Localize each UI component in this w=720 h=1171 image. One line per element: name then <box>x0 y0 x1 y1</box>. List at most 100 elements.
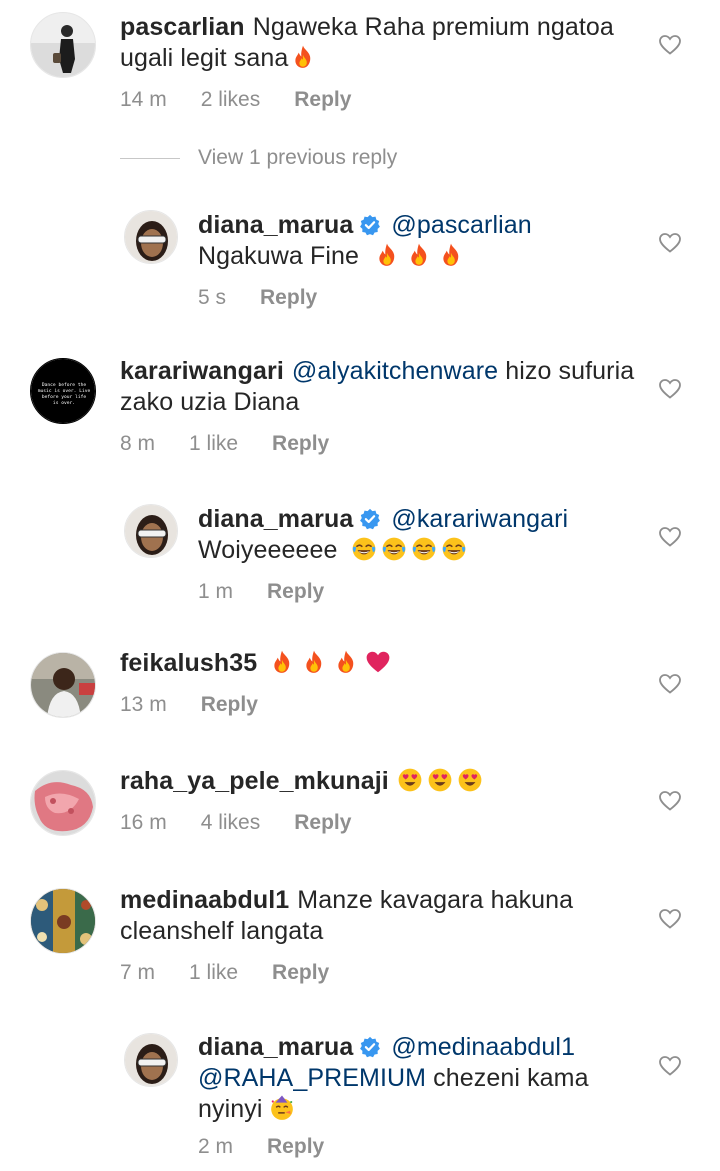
username[interactable]: karariwangari <box>120 357 284 385</box>
reply-button[interactable]: Reply <box>260 286 317 310</box>
comment-meta: 5 s Reply <box>198 286 648 310</box>
mention-link[interactable]: @karariwangari <box>391 505 568 533</box>
comment-text: diana_marua @karariwangari Woiyeeeeee <box>198 504 648 566</box>
comment-meta: 13 m Reply <box>120 693 640 717</box>
likes-count[interactable]: 1 like <box>189 961 238 985</box>
avatar[interactable] <box>30 652 96 718</box>
tears-of-joy-icon <box>441 536 467 562</box>
fire-icon <box>301 649 327 675</box>
like-heart-icon[interactable] <box>658 907 682 931</box>
like-heart-icon[interactable] <box>658 1054 682 1078</box>
avatar[interactable] <box>30 12 96 78</box>
comment-meta: 1 m Reply <box>198 580 648 604</box>
timestamp: 7 m <box>120 961 156 984</box>
comment-body: Ngakuwa Fine <box>198 242 360 270</box>
reply-button[interactable]: Reply <box>201 693 258 717</box>
avatar[interactable] <box>124 1033 178 1087</box>
username[interactable]: diana_marua <box>198 505 353 533</box>
avatar[interactable]: Dance before the music is over. Live bef… <box>30 358 96 424</box>
timestamp: 1 m <box>198 580 234 603</box>
svg-text:music is over. Live: music is over. Live <box>38 388 91 394</box>
comment-meta: 16 m 4 likes Reply <box>120 811 640 835</box>
like-heart-icon[interactable] <box>658 672 682 696</box>
timestamp: 8 m <box>120 432 156 455</box>
likes-count[interactable]: 1 like <box>189 432 238 456</box>
username[interactable]: feikalush35 <box>120 649 257 677</box>
red-heart-icon <box>365 649 391 675</box>
mention-link[interactable]: @medinaabdul1 <box>391 1033 575 1061</box>
reply-button[interactable]: Reply <box>272 961 329 985</box>
fire-icon <box>438 242 464 268</box>
username[interactable]: medinaabdul1 <box>120 886 289 914</box>
timestamp: 16 m <box>120 811 167 834</box>
mention-link[interactable]: @alyakitchenware <box>292 357 498 385</box>
avatar-image-icon <box>125 505 177 557</box>
mention-link[interactable]: @pascarlian <box>391 211 531 239</box>
tears-of-joy-icon <box>351 536 377 562</box>
reply-button[interactable]: Reply <box>294 811 351 835</box>
timestamp: 2 m <box>198 1135 234 1158</box>
heart-eyes-icon <box>397 767 423 793</box>
avatar[interactable] <box>30 888 96 954</box>
mention-link[interactable]: @RAHA_PREMIUM <box>198 1064 426 1092</box>
avatar-image-icon <box>31 13 95 77</box>
heart-eyes-icon <box>457 767 483 793</box>
fire-icon <box>333 649 359 675</box>
fire-icon <box>406 242 432 268</box>
reply-button[interactable]: Reply <box>267 580 324 604</box>
likes-count[interactable]: 4 likes <box>201 811 261 835</box>
timestamp: 13 m <box>120 693 167 716</box>
comment-meta: 14 m 2 likes Reply <box>120 88 640 112</box>
like-heart-icon[interactable] <box>658 789 682 813</box>
party-face-icon <box>269 1095 295 1121</box>
avatar[interactable] <box>124 504 178 558</box>
comment-meta: 7 m 1 like Reply <box>120 961 640 985</box>
timestamp: 5 s <box>198 286 227 309</box>
comment-meta: 8 m 1 like Reply <box>120 432 640 456</box>
divider-line <box>120 157 180 159</box>
comment-text: pascarlian Ngaweka Raha premium ngatoa ug… <box>120 12 640 74</box>
reply-button[interactable]: Reply <box>294 88 351 112</box>
avatar-image-icon: Dance before the music is over. Live bef… <box>31 359 95 423</box>
view-replies-label: View 1 previous reply <box>198 146 398 169</box>
username[interactable]: pascarlian <box>120 13 245 41</box>
tears-of-joy-icon <box>411 536 437 562</box>
svg-text:Dance before the: Dance before the <box>42 382 86 388</box>
avatar-image-icon <box>31 653 95 717</box>
heart-eyes-icon <box>427 767 453 793</box>
likes-count[interactable]: 2 likes <box>201 88 261 112</box>
like-heart-icon[interactable] <box>658 377 682 401</box>
svg-text:is over.: is over. <box>53 400 75 406</box>
comment-body: Woiyeeeeee <box>198 536 338 564</box>
fire-icon <box>374 242 400 268</box>
comment-text: raha_ya_pele_mkunaji <box>120 766 640 797</box>
username[interactable]: diana_marua <box>198 211 353 239</box>
like-heart-icon[interactable] <box>658 33 682 57</box>
like-heart-icon[interactable] <box>658 231 682 255</box>
avatar[interactable] <box>124 210 178 264</box>
username[interactable]: raha_ya_pele_mkunaji <box>120 767 389 795</box>
reply-button[interactable]: Reply <box>272 432 329 456</box>
avatar[interactable] <box>30 770 96 836</box>
fire-icon <box>290 44 316 70</box>
comment-text: diana_marua @pascarlian Ngakuwa Fine <box>198 210 648 272</box>
tears-of-joy-icon <box>381 536 407 562</box>
view-previous-replies-button[interactable]: View 1 previous reply <box>120 146 397 170</box>
avatar-image-icon <box>31 771 95 835</box>
reply-button[interactable]: Reply <box>267 1135 324 1159</box>
comment-meta: 2 m Reply <box>198 1135 648 1159</box>
comment-text: diana_marua @medinaabdul1 @RAHA_PREMIUM c… <box>198 1032 648 1125</box>
timestamp: 14 m <box>120 88 167 111</box>
username[interactable]: diana_marua <box>198 1033 353 1061</box>
avatar-image-icon <box>125 1034 177 1086</box>
avatar-image-icon <box>31 889 95 953</box>
comment-text: feikalush35 <box>120 648 640 679</box>
comment-text: karariwangari @alyakitchenware hizo sufur… <box>120 356 640 418</box>
verified-badge-icon <box>359 1036 381 1058</box>
svg-text:before your life: before your life <box>42 394 86 400</box>
verified-badge-icon <box>359 214 381 236</box>
like-heart-icon[interactable] <box>658 525 682 549</box>
verified-badge-icon <box>359 508 381 530</box>
avatar-image-icon <box>125 211 177 263</box>
comment-text: medinaabdul1 Manze kavagara hakuna cleans… <box>120 885 640 947</box>
